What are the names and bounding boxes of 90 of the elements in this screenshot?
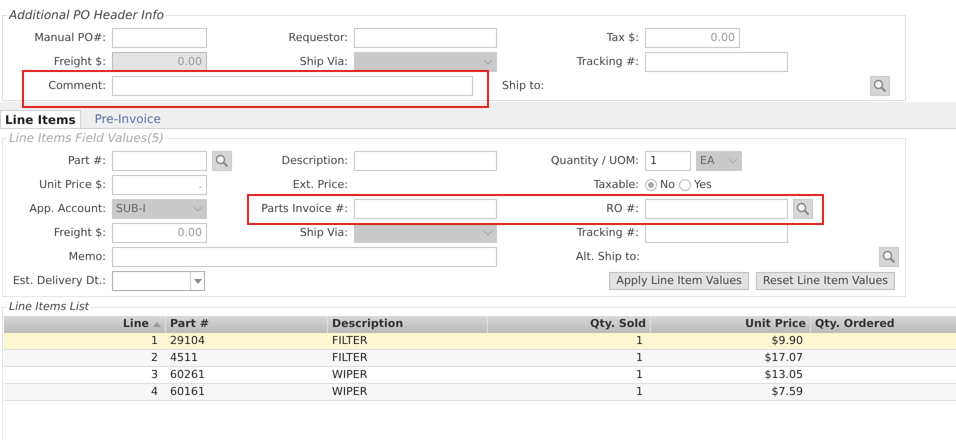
table-cell-text: 60261 (170, 366, 205, 382)
radio-button[interactable] (678, 179, 691, 191)
field-label: App. Account: (29, 200, 106, 217)
field-label: RO #: (606, 200, 639, 217)
field-label: Taxable: (594, 176, 639, 193)
field-label: Est. Delivery Dt.: (12, 272, 106, 289)
field-label: Freight $: (54, 224, 106, 241)
radio-label: Yes (694, 176, 712, 193)
input-field[interactable] (354, 199, 497, 219)
field-label: Memo: (68, 248, 106, 265)
section-title: Additional PO Header Info (8, 7, 165, 24)
table-cell-text: $17.07 (764, 350, 803, 366)
search-icon (215, 154, 229, 168)
table-cell-text: $9.90 (772, 332, 803, 348)
input-field[interactable] (354, 151, 497, 171)
input-field[interactable] (112, 28, 207, 48)
table-cell-text: FILTER (332, 350, 368, 366)
column-header[interactable]: Part # (170, 316, 209, 332)
field-label: Comment: (48, 78, 106, 94)
sort-up-icon (153, 322, 161, 326)
table-cell-text: 60161 (170, 384, 205, 400)
field-label: Alt. Ship to: (576, 248, 640, 265)
section-title: Line Items List (8, 299, 90, 315)
input-field[interactable] (112, 247, 497, 267)
input-field[interactable] (112, 76, 473, 96)
table-row[interactable]: 2 4511 FILTER 1 $17.07 (4, 350, 956, 366)
field-label: Manual PO#: (34, 30, 106, 46)
table-row[interactable]: 1 29104 FILTER 1 $9.90 (4, 332, 956, 350)
search-button[interactable] (879, 247, 899, 267)
field-label: Unit Price $: (39, 176, 106, 193)
date-field[interactable] (112, 271, 205, 291)
table-cell-text: WIPER (332, 384, 368, 400)
chevron-down-icon (728, 158, 738, 164)
table-cell-text: 1 (636, 366, 643, 382)
tab[interactable]: Pre-Invoice (80, 110, 175, 128)
field-label: Ext. Price: (292, 176, 348, 193)
radio-label: No (660, 176, 675, 193)
table-cell-text: $13.05 (764, 366, 803, 382)
chevron-down-icon (193, 206, 203, 212)
section-title: Line Items Field Values(5) (8, 130, 165, 147)
chevron-down-icon (483, 230, 493, 236)
field-label: Quantity / UOM: (550, 152, 639, 169)
column-header[interactable]: Qty. Sold (590, 316, 646, 332)
search-icon (796, 202, 810, 216)
field-label: Tracking #: (576, 224, 639, 241)
input-field[interactable] (645, 223, 788, 243)
input-field[interactable] (112, 151, 207, 171)
field-label: Ship Via: (300, 224, 348, 241)
caret-down-icon (194, 278, 202, 284)
chevron-down-icon (483, 59, 493, 65)
action-button[interactable]: Apply Line Item Values (609, 272, 749, 290)
table-cell-text: 1 (636, 384, 643, 400)
field-label: Freight $: (54, 54, 106, 70)
input-field[interactable] (645, 52, 788, 72)
table-cell-text: 1 (636, 350, 643, 366)
table-cell-text: 29104 (170, 332, 205, 348)
column-header[interactable]: Description (332, 316, 404, 332)
search-button[interactable] (793, 199, 813, 219)
table-cell-text: $7.59 (772, 384, 803, 400)
field-label: Ship to: (502, 78, 544, 94)
table-cell-text: FILTER (332, 332, 368, 348)
field-label: Tax $: (606, 30, 639, 46)
field-label: Tracking #: (576, 54, 639, 70)
radio-button[interactable] (645, 179, 657, 191)
column-header[interactable]: Unit Price (745, 316, 806, 332)
input-field[interactable] (645, 199, 788, 219)
tab[interactable]: Line Items (0, 110, 81, 128)
table-cell-text: 3 (151, 366, 158, 382)
search-button[interactable] (212, 151, 232, 171)
table-cell-text: 4 (151, 384, 158, 400)
table-row[interactable]: 3 60261 WIPER 1 $13.05 (4, 366, 956, 384)
input-field[interactable]: 1 (645, 151, 691, 171)
field-label: Requestor: (288, 30, 348, 46)
table-cell-text: 4511 (170, 350, 198, 366)
search-icon (873, 79, 887, 93)
table-cell-text: 1 (151, 332, 158, 348)
field-label: Ship Via: (300, 54, 348, 70)
column-header[interactable]: Qty. Ordered (815, 316, 895, 332)
search-icon (882, 250, 896, 264)
table-cell-text: 2 (151, 350, 158, 366)
action-button[interactable]: Reset Line Item Values (756, 272, 895, 290)
field-label: Parts Invoice #: (261, 200, 348, 217)
input-field[interactable] (354, 28, 497, 48)
field-label: Description: (282, 152, 348, 169)
table-row[interactable]: 4 60161 WIPER 1 $7.59 (4, 384, 956, 400)
column-header[interactable]: Line (122, 316, 149, 332)
table-cell-text: 1 (636, 332, 643, 348)
table-cell-text: WIPER (332, 366, 368, 382)
field-label: Part #: (68, 152, 106, 169)
search-button[interactable] (870, 76, 890, 96)
